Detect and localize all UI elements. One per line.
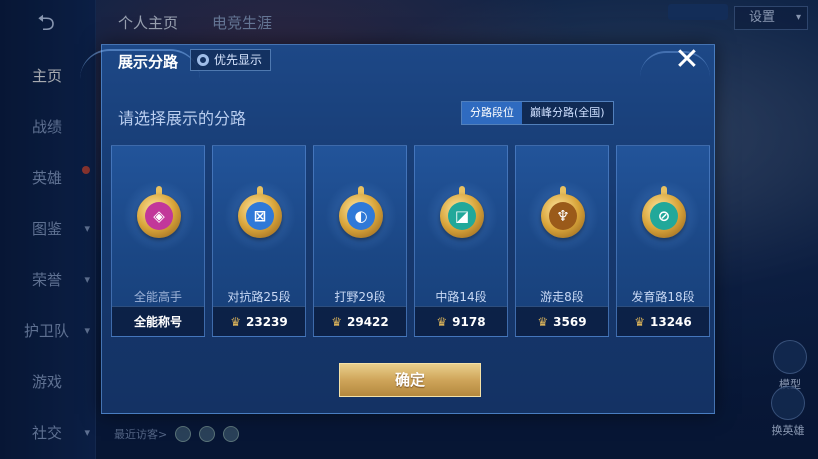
jungle-emblem-icon: ◐ <box>325 180 397 252</box>
priority-label: 优先显示 <box>214 53 263 67</box>
confirm-button[interactable]: 确定 <box>339 363 481 397</box>
lane-score-value: 全能称号 <box>133 315 182 329</box>
lane-card[interactable]: ◈ 全能高手全能称号 <box>111 145 205 337</box>
close-icon[interactable]: ✕ <box>672 45 702 75</box>
dialog-title: 展示分路 <box>118 53 179 71</box>
lane-cards: ◈ 全能高手全能称号 ⊠ 对抗路25段 ♛ 23239 ◐ 打野29段 ♛ 29422 ◪ 中路14段… <box>111 145 710 337</box>
lane-score: ♛ 13246 <box>617 306 709 336</box>
tab-lane-rank[interactable]: 分路段位 <box>462 102 522 124</box>
lane-score-value: 13246 <box>650 314 692 329</box>
lane-rank-label: 游走8段 <box>540 290 584 304</box>
lane-score: 全能称号 <box>112 306 204 336</box>
dialog-header: 展示分路 优先显示 ✕ <box>80 45 714 79</box>
emblem-core: ◪ <box>448 202 476 230</box>
lane-rank-label: 打野29段 <box>334 290 386 304</box>
lane-rank-label: 全能高手 <box>133 290 182 304</box>
clash-lane-emblem-icon: ⊠ <box>224 180 296 252</box>
all-round-emblem-icon: ◈ <box>123 180 195 252</box>
lane-score: ♛ 3569 <box>516 306 608 336</box>
lane-score-value: 9178 <box>452 314 486 329</box>
lane-score-value: 3569 <box>553 314 587 329</box>
emblem-core: ◐ <box>347 202 375 230</box>
star-icon: ♛ <box>634 314 645 329</box>
tab-peak-lane[interactable]: 巅峰分路(全国) <box>522 102 613 124</box>
lane-score: ♛ 23239 <box>213 306 305 336</box>
emblem-core: ⊘ <box>650 202 678 230</box>
lane-score-value: 29422 <box>347 314 389 329</box>
lane-card[interactable]: ◪ 中路14段 ♛ 9178 <box>414 145 508 337</box>
emblem-core: ◈ <box>145 202 173 230</box>
star-icon: ♛ <box>436 314 448 329</box>
lane-card[interactable]: ⊘ 发育路18段 ♛ 13246 <box>616 145 710 337</box>
lane-score-value: 23239 <box>246 314 288 329</box>
dialog-subtitle: 请选择展示的分路 <box>118 109 247 128</box>
lane-card[interactable]: ◐ 打野29段 ♛ 29422 <box>313 145 407 337</box>
star-icon: ♛ <box>230 314 241 329</box>
gear-icon <box>197 54 209 66</box>
lane-score: ♛ 29422 <box>314 306 406 336</box>
lane-card[interactable]: ♆ 游走8段 ♛ 3569 <box>515 145 609 337</box>
lane-tab-switch: 分路段位 巅峰分路(全国) <box>461 101 614 125</box>
emblem-core: ♆ <box>549 202 577 230</box>
mid-lane-emblem-icon: ◪ <box>426 180 498 252</box>
roam-emblem-icon: ♆ <box>527 180 599 252</box>
lane-rank-label: 发育路18段 <box>631 290 695 304</box>
farm-lane-emblem-icon: ⊘ <box>628 180 700 252</box>
emblem-core: ⊠ <box>246 202 274 230</box>
star-icon: ♛ <box>331 314 342 329</box>
lane-card[interactable]: ⊠ 对抗路25段 ♛ 23239 <box>212 145 306 337</box>
star-icon: ♛ <box>537 314 549 329</box>
lane-rank-label: 对抗路25段 <box>227 290 291 304</box>
lane-rank-label: 中路14段 <box>435 290 487 304</box>
lane-display-dialog: 展示分路 优先显示 ✕ 请选择展示的分路 分路段位 巅峰分路(全国) ◈ 全能高手… <box>80 44 715 414</box>
lane-score: ♛ 9178 <box>415 306 507 336</box>
priority-display-button[interactable]: 优先显示 <box>190 49 272 71</box>
